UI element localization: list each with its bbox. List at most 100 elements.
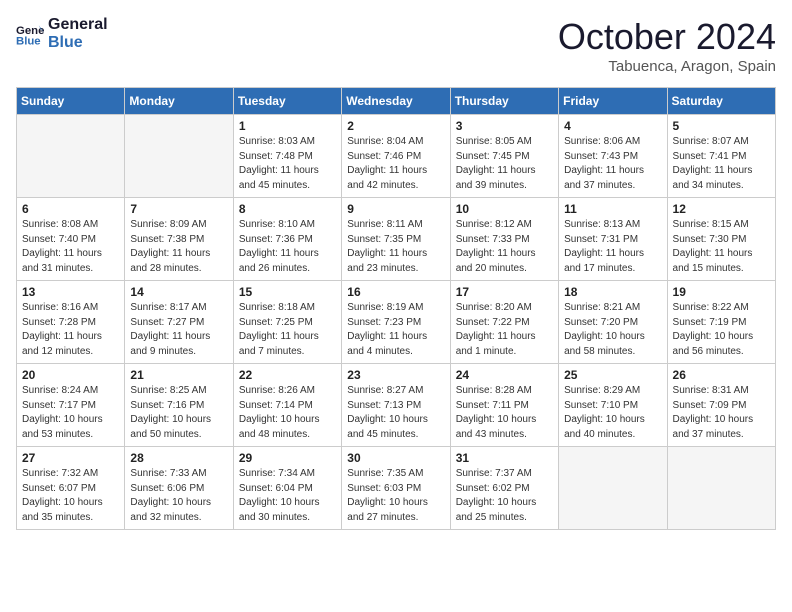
calendar-cell: 4 Sunrise: 8:06 AM Sunset: 7:43 PM Daylig… <box>559 115 667 198</box>
calendar-cell: 18 Sunrise: 8:21 AM Sunset: 7:20 PM Dayli… <box>559 281 667 364</box>
day-number: 10 <box>456 202 553 216</box>
day-number: 26 <box>673 368 770 382</box>
day-info: Sunrise: 8:12 AM Sunset: 7:33 PM Dayligh… <box>456 218 553 276</box>
title-block: October 2024 Tabuenca, Aragon, Spain <box>558 16 776 75</box>
calendar-cell: 20 Sunrise: 8:24 AM Sunset: 7:17 PM Dayli… <box>17 364 125 447</box>
calendar-week-row: 13 Sunrise: 8:16 AM Sunset: 7:28 PM Dayli… <box>17 281 776 364</box>
calendar-cell: 28 Sunrise: 7:33 AM Sunset: 6:06 PM Dayli… <box>125 447 233 530</box>
day-info: Sunrise: 8:05 AM Sunset: 7:45 PM Dayligh… <box>456 135 553 193</box>
calendar-cell: 17 Sunrise: 8:20 AM Sunset: 7:22 PM Dayli… <box>450 281 558 364</box>
day-number: 4 <box>564 119 661 133</box>
calendar-cell: 29 Sunrise: 7:34 AM Sunset: 6:04 PM Dayli… <box>233 447 341 530</box>
day-number: 29 <box>239 451 336 465</box>
calendar-week-row: 27 Sunrise: 7:32 AM Sunset: 6:07 PM Dayli… <box>17 447 776 530</box>
calendar-cell: 9 Sunrise: 8:11 AM Sunset: 7:35 PM Daylig… <box>342 198 450 281</box>
day-number: 25 <box>564 368 661 382</box>
day-number: 9 <box>347 202 444 216</box>
calendar-cell <box>559 447 667 530</box>
day-number: 13 <box>22 285 119 299</box>
day-info: Sunrise: 8:20 AM Sunset: 7:22 PM Dayligh… <box>456 301 553 359</box>
day-number: 12 <box>673 202 770 216</box>
logo-icon: General Blue <box>16 20 44 48</box>
day-number: 2 <box>347 119 444 133</box>
day-info: Sunrise: 8:04 AM Sunset: 7:46 PM Dayligh… <box>347 135 444 193</box>
logo-line2: Blue <box>48 34 108 52</box>
day-number: 27 <box>22 451 119 465</box>
day-info: Sunrise: 8:17 AM Sunset: 7:27 PM Dayligh… <box>130 301 227 359</box>
calendar-cell: 5 Sunrise: 8:07 AM Sunset: 7:41 PM Daylig… <box>667 115 775 198</box>
day-info: Sunrise: 8:15 AM Sunset: 7:30 PM Dayligh… <box>673 218 770 276</box>
weekday-header: Tuesday <box>233 88 341 115</box>
day-number: 23 <box>347 368 444 382</box>
weekday-header: Wednesday <box>342 88 450 115</box>
calendar-cell: 22Sunrise: 8:26 AM Sunset: 7:14 PM Dayli… <box>233 364 341 447</box>
calendar-cell: 11 Sunrise: 8:13 AM Sunset: 7:31 PM Dayli… <box>559 198 667 281</box>
weekday-header: Friday <box>559 88 667 115</box>
day-number: 20 <box>22 368 119 382</box>
calendar-cell: 24 Sunrise: 8:28 AM Sunset: 7:11 PM Dayli… <box>450 364 558 447</box>
calendar-week-row: 6 Sunrise: 8:08 AM Sunset: 7:40 PM Daylig… <box>17 198 776 281</box>
month-title: October 2024 <box>558 16 776 58</box>
day-info: Sunrise: 8:18 AM Sunset: 7:25 PM Dayligh… <box>239 301 336 359</box>
day-number: 24 <box>456 368 553 382</box>
day-info: Sunrise: 8:24 AM Sunset: 7:17 PM Dayligh… <box>22 384 119 442</box>
calendar-cell <box>17 115 125 198</box>
day-info: Sunrise: 7:33 AM Sunset: 6:06 PM Dayligh… <box>130 467 227 525</box>
day-info: Sunrise: 7:32 AM Sunset: 6:07 PM Dayligh… <box>22 467 119 525</box>
day-info: Sunrise: 8:03 AM Sunset: 7:48 PM Dayligh… <box>239 135 336 193</box>
calendar-cell: 1Sunrise: 8:03 AM Sunset: 7:48 PM Daylig… <box>233 115 341 198</box>
calendar-cell <box>667 447 775 530</box>
day-number: 14 <box>130 285 227 299</box>
logo: General Blue General Blue <box>16 16 108 51</box>
day-info: Sunrise: 8:31 AM Sunset: 7:09 PM Dayligh… <box>673 384 770 442</box>
calendar-cell: 6 Sunrise: 8:08 AM Sunset: 7:40 PM Daylig… <box>17 198 125 281</box>
calendar-cell: 14 Sunrise: 8:17 AM Sunset: 7:27 PM Dayli… <box>125 281 233 364</box>
weekday-header: Monday <box>125 88 233 115</box>
calendar-table: SundayMondayTuesdayWednesdayThursdayFrid… <box>16 87 776 530</box>
day-number: 11 <box>564 202 661 216</box>
day-number: 8 <box>239 202 336 216</box>
calendar-cell: 25 Sunrise: 8:29 AM Sunset: 7:10 PM Dayli… <box>559 364 667 447</box>
calendar-cell: 26 Sunrise: 8:31 AM Sunset: 7:09 PM Dayli… <box>667 364 775 447</box>
day-number: 18 <box>564 285 661 299</box>
day-info: Sunrise: 7:37 AM Sunset: 6:02 PM Dayligh… <box>456 467 553 525</box>
day-number: 16 <box>347 285 444 299</box>
day-number: 30 <box>347 451 444 465</box>
calendar-week-row: 20 Sunrise: 8:24 AM Sunset: 7:17 PM Dayli… <box>17 364 776 447</box>
day-info: Sunrise: 8:07 AM Sunset: 7:41 PM Dayligh… <box>673 135 770 193</box>
day-info: Sunrise: 8:21 AM Sunset: 7:20 PM Dayligh… <box>564 301 661 359</box>
day-number: 6 <box>22 202 119 216</box>
day-info: Sunrise: 8:28 AM Sunset: 7:11 PM Dayligh… <box>456 384 553 442</box>
day-number: 21 <box>130 368 227 382</box>
calendar-cell: 16Sunrise: 8:19 AM Sunset: 7:23 PM Dayli… <box>342 281 450 364</box>
weekday-header: Sunday <box>17 88 125 115</box>
calendar-cell: 23 Sunrise: 8:27 AM Sunset: 7:13 PM Dayli… <box>342 364 450 447</box>
day-number: 22 <box>239 368 336 382</box>
weekday-header: Saturday <box>667 88 775 115</box>
day-number: 17 <box>456 285 553 299</box>
day-info: Sunrise: 8:16 AM Sunset: 7:28 PM Dayligh… <box>22 301 119 359</box>
logo-line1: General <box>48 16 108 34</box>
calendar-cell <box>125 115 233 198</box>
day-info: Sunrise: 8:29 AM Sunset: 7:10 PM Dayligh… <box>564 384 661 442</box>
calendar-cell: 8Sunrise: 8:10 AM Sunset: 7:36 PM Daylig… <box>233 198 341 281</box>
calendar-cell: 19 Sunrise: 8:22 AM Sunset: 7:19 PM Dayli… <box>667 281 775 364</box>
calendar-cell: 31Sunrise: 7:37 AM Sunset: 6:02 PM Dayli… <box>450 447 558 530</box>
day-number: 5 <box>673 119 770 133</box>
svg-text:Blue: Blue <box>16 35 41 47</box>
day-info: Sunrise: 8:22 AM Sunset: 7:19 PM Dayligh… <box>673 301 770 359</box>
day-info: Sunrise: 8:27 AM Sunset: 7:13 PM Dayligh… <box>347 384 444 442</box>
day-info: Sunrise: 7:34 AM Sunset: 6:04 PM Dayligh… <box>239 467 336 525</box>
day-number: 28 <box>130 451 227 465</box>
calendar-body: 1Sunrise: 8:03 AM Sunset: 7:48 PM Daylig… <box>17 115 776 530</box>
weekday-header: Thursday <box>450 88 558 115</box>
day-info: Sunrise: 8:13 AM Sunset: 7:31 PM Dayligh… <box>564 218 661 276</box>
day-info: Sunrise: 8:08 AM Sunset: 7:40 PM Dayligh… <box>22 218 119 276</box>
day-info: Sunrise: 8:25 AM Sunset: 7:16 PM Dayligh… <box>130 384 227 442</box>
calendar-cell: 7 Sunrise: 8:09 AM Sunset: 7:38 PM Daylig… <box>125 198 233 281</box>
day-info: Sunrise: 8:06 AM Sunset: 7:43 PM Dayligh… <box>564 135 661 193</box>
day-number: 19 <box>673 285 770 299</box>
day-info: Sunrise: 8:11 AM Sunset: 7:35 PM Dayligh… <box>347 218 444 276</box>
day-info: Sunrise: 8:09 AM Sunset: 7:38 PM Dayligh… <box>130 218 227 276</box>
day-number: 7 <box>130 202 227 216</box>
